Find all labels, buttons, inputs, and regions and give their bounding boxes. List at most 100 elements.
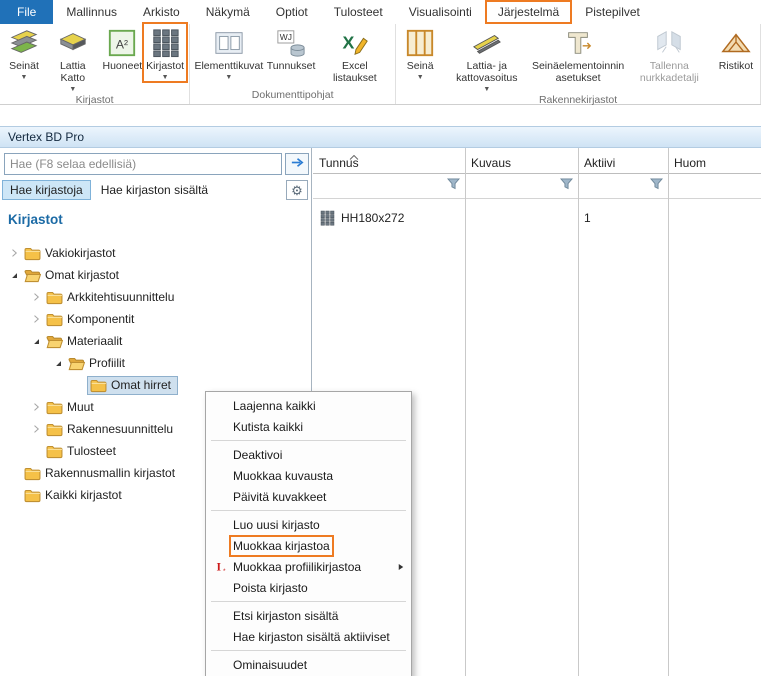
tab-hae-kirjastoja[interactable]: Hae kirjastoja bbox=[2, 180, 91, 200]
tree-item-materiaalit[interactable]: Materiaalit bbox=[0, 330, 310, 352]
tree-item-komponentit[interactable]: Komponentit bbox=[0, 308, 310, 330]
search-go-button[interactable] bbox=[285, 153, 309, 175]
menu-item-luo-uusi-kirjasto[interactable]: Luo uusi kirjasto bbox=[206, 514, 411, 535]
panel-title: Vertex BD Pro bbox=[8, 130, 85, 144]
menu-item-deaktivoi[interactable]: Deaktivoi bbox=[206, 444, 411, 465]
seinäelementoinnin-asetukset-button[interactable]: Seinäelementoinnin asetukset bbox=[532, 24, 624, 85]
save-corner-icon bbox=[653, 27, 685, 59]
filter-icon[interactable] bbox=[446, 177, 461, 195]
panel-title-bar[interactable]: Vertex BD Pro bbox=[0, 126, 761, 148]
tab-arkisto[interactable]: Arkisto bbox=[130, 0, 193, 24]
chevron-right-icon[interactable] bbox=[6, 247, 22, 259]
svg-text:X: X bbox=[342, 33, 354, 53]
lattia-katto-button[interactable]: Lattia Katto ▼ bbox=[45, 24, 101, 93]
ribbon-group-kirjastot: Seinät ▼ Lattia Katto ▼ A² Huoneet Kirjastot ▼ K… bbox=[0, 22, 191, 106]
tab-optiot[interactable]: Optiot bbox=[263, 0, 321, 24]
tree-item-profiilit[interactable]: Profiilit bbox=[0, 352, 310, 374]
menu-item-muokkaa-kuvausta[interactable]: Muokkaa kuvausta bbox=[206, 465, 411, 486]
folder-open-icon bbox=[24, 268, 41, 283]
column-header-huom[interactable]: Huom bbox=[668, 148, 761, 173]
menu-item-poista-kirjasto[interactable]: Poista kirjasto bbox=[206, 577, 411, 598]
column-divider bbox=[465, 148, 466, 676]
huoneet-button[interactable]: A² Huoneet bbox=[101, 24, 145, 73]
tab-järjestelmä[interactable]: Järjestelmä bbox=[484, 0, 573, 24]
ribbon-group-label-dokumenttipohjat: Dokumenttipohjat bbox=[251, 89, 334, 101]
menu-item-päivitä-kuvakkeet[interactable]: Päivitä kuvakkeet bbox=[206, 486, 411, 507]
ristikot-button[interactable]: Ristikot bbox=[715, 24, 757, 73]
lattia-ja-kattovasoitus-button[interactable]: Lattia- ja kattovasoitus ▼ bbox=[441, 24, 532, 93]
seinä-button[interactable]: Seinä ▼ bbox=[399, 24, 441, 81]
chevron-down-icon[interactable] bbox=[50, 357, 66, 369]
profile-library-icon: I * bbox=[211, 559, 229, 574]
tab-mallinnus[interactable]: Mallinnus bbox=[53, 0, 130, 24]
tree-item-arkkitehtisuunnittelu[interactable]: Arkkitehtisuunnittelu bbox=[0, 286, 310, 308]
chevron-right-icon[interactable] bbox=[28, 423, 44, 435]
menu-item-hae-kirjaston-sisältä-aktiiviset[interactable]: Hae kirjaston sisältä aktiiviset bbox=[206, 626, 411, 647]
menu-separator bbox=[211, 601, 406, 602]
tree-heading: Kirjastot bbox=[8, 212, 63, 227]
tab-tulosteet[interactable]: Tulosteet bbox=[321, 0, 396, 24]
seinät-button[interactable]: Seinät ▼ bbox=[3, 24, 45, 81]
tab-hae-kirjaston-sisältä[interactable]: Hae kirjaston sisältä bbox=[93, 180, 216, 200]
tab-visualisointi[interactable]: Visualisointi bbox=[396, 0, 485, 24]
ribbon-group-dokumenttipohjat: Elementtikuvat ▼ WJ Tunnukset X Excel listauk… bbox=[190, 24, 397, 104]
excel-listaukset-button[interactable]: X Excel listaukset bbox=[317, 24, 392, 85]
tab-file[interactable]: File bbox=[0, 0, 54, 24]
tunnukset-button[interactable]: WJ Tunnukset bbox=[265, 24, 318, 73]
column-header-aktiivi[interactable]: Aktiivi bbox=[578, 148, 668, 173]
gear-icon[interactable]: ⚙ bbox=[286, 180, 308, 200]
library-item-icon bbox=[319, 210, 335, 226]
wall-icon bbox=[404, 27, 436, 59]
filter-icon[interactable] bbox=[559, 177, 574, 195]
menu-item-muokkaa-profiilikirjastoa[interactable]: I * Muokkaa profiilikirjastoa bbox=[206, 556, 411, 577]
libraries-icon bbox=[149, 27, 181, 59]
context-menu: Laajenna kaikki Kutista kaikki Deaktivoi Mu… bbox=[205, 391, 412, 676]
menu-item-ominaisuudet[interactable]: Ominaisuudet bbox=[206, 654, 411, 675]
tab-pistepilvet[interactable]: Pistepilvet bbox=[572, 0, 653, 24]
menu-item-muokkaa-kirjastoa[interactable]: Muokkaa kirjastoa bbox=[206, 534, 411, 557]
column-header-tunnus[interactable]: Tunnus bbox=[313, 148, 465, 173]
ribbon-group-label-rakennekirjastot: Rakennekirjastot bbox=[538, 93, 618, 106]
chevron-right-icon[interactable] bbox=[28, 291, 44, 303]
elementtikuvat-button[interactable]: Elementtikuvat ▼ bbox=[193, 24, 265, 81]
search-row bbox=[4, 153, 309, 175]
filter-cell-aktiivi[interactable] bbox=[578, 174, 668, 198]
chevron-right-icon[interactable] bbox=[28, 401, 44, 413]
menu-item-kutista-kaikki[interactable]: Kutista kaikki bbox=[206, 416, 411, 437]
folder-closed-icon bbox=[46, 290, 63, 305]
dropdown-arrow-icon: ▼ bbox=[416, 73, 424, 81]
walls-icon bbox=[8, 27, 40, 59]
chevron-down-icon[interactable] bbox=[6, 269, 22, 281]
folder-closed-icon bbox=[24, 488, 41, 503]
tree-item-omat-kirjastot[interactable]: Omat kirjastot bbox=[0, 264, 310, 286]
menu-separator bbox=[211, 440, 406, 441]
folder-closed-icon bbox=[24, 246, 41, 261]
folder-closed-icon bbox=[46, 422, 63, 437]
kirjastot-button[interactable]: Kirjastot ▼ bbox=[142, 22, 189, 83]
ribbon-group-label-kirjastot: Kirjastot bbox=[75, 93, 114, 106]
labels-icon: WJ bbox=[275, 27, 307, 59]
tree-item-vakiokirjastot[interactable]: Vakiokirjastot bbox=[0, 242, 310, 264]
menu-item-etsi-kirjaston-sisältä[interactable]: Etsi kirjaston sisältä bbox=[206, 605, 411, 626]
search-input[interactable] bbox=[4, 153, 282, 175]
floor-ceiling-icon bbox=[57, 27, 89, 59]
table-row[interactable]: HH180x272 1 bbox=[313, 203, 761, 233]
filter-cell-huom[interactable] bbox=[668, 174, 761, 198]
library-tab-list: Hae kirjastoja Hae kirjaston sisältä bbox=[2, 180, 216, 200]
filter-cell-kuvaus[interactable] bbox=[465, 174, 578, 198]
panel-settings-icon bbox=[562, 27, 594, 59]
chevron-down-icon[interactable] bbox=[28, 335, 44, 347]
submenu-arrow-icon bbox=[398, 563, 404, 571]
column-divider bbox=[578, 148, 579, 676]
ribbon: Seinät ▼ Lattia Katto ▼ A² Huoneet Kirjastot ▼ K… bbox=[0, 22, 761, 106]
tab-näkymä[interactable]: Näkymä bbox=[193, 0, 263, 24]
column-header-kuvaus[interactable]: Kuvaus bbox=[465, 148, 578, 173]
menu-item-laajenna-kaikki[interactable]: Laajenna kaikki bbox=[206, 395, 411, 416]
folder-closed-icon bbox=[46, 400, 63, 415]
chevron-right-icon[interactable] bbox=[28, 313, 44, 325]
filter-icon[interactable] bbox=[649, 177, 664, 195]
dropdown-arrow-icon: ▼ bbox=[161, 73, 169, 81]
folder-closed-icon bbox=[90, 378, 107, 393]
table-filter-row bbox=[313, 174, 761, 199]
filter-cell-tunnus[interactable] bbox=[313, 174, 465, 198]
